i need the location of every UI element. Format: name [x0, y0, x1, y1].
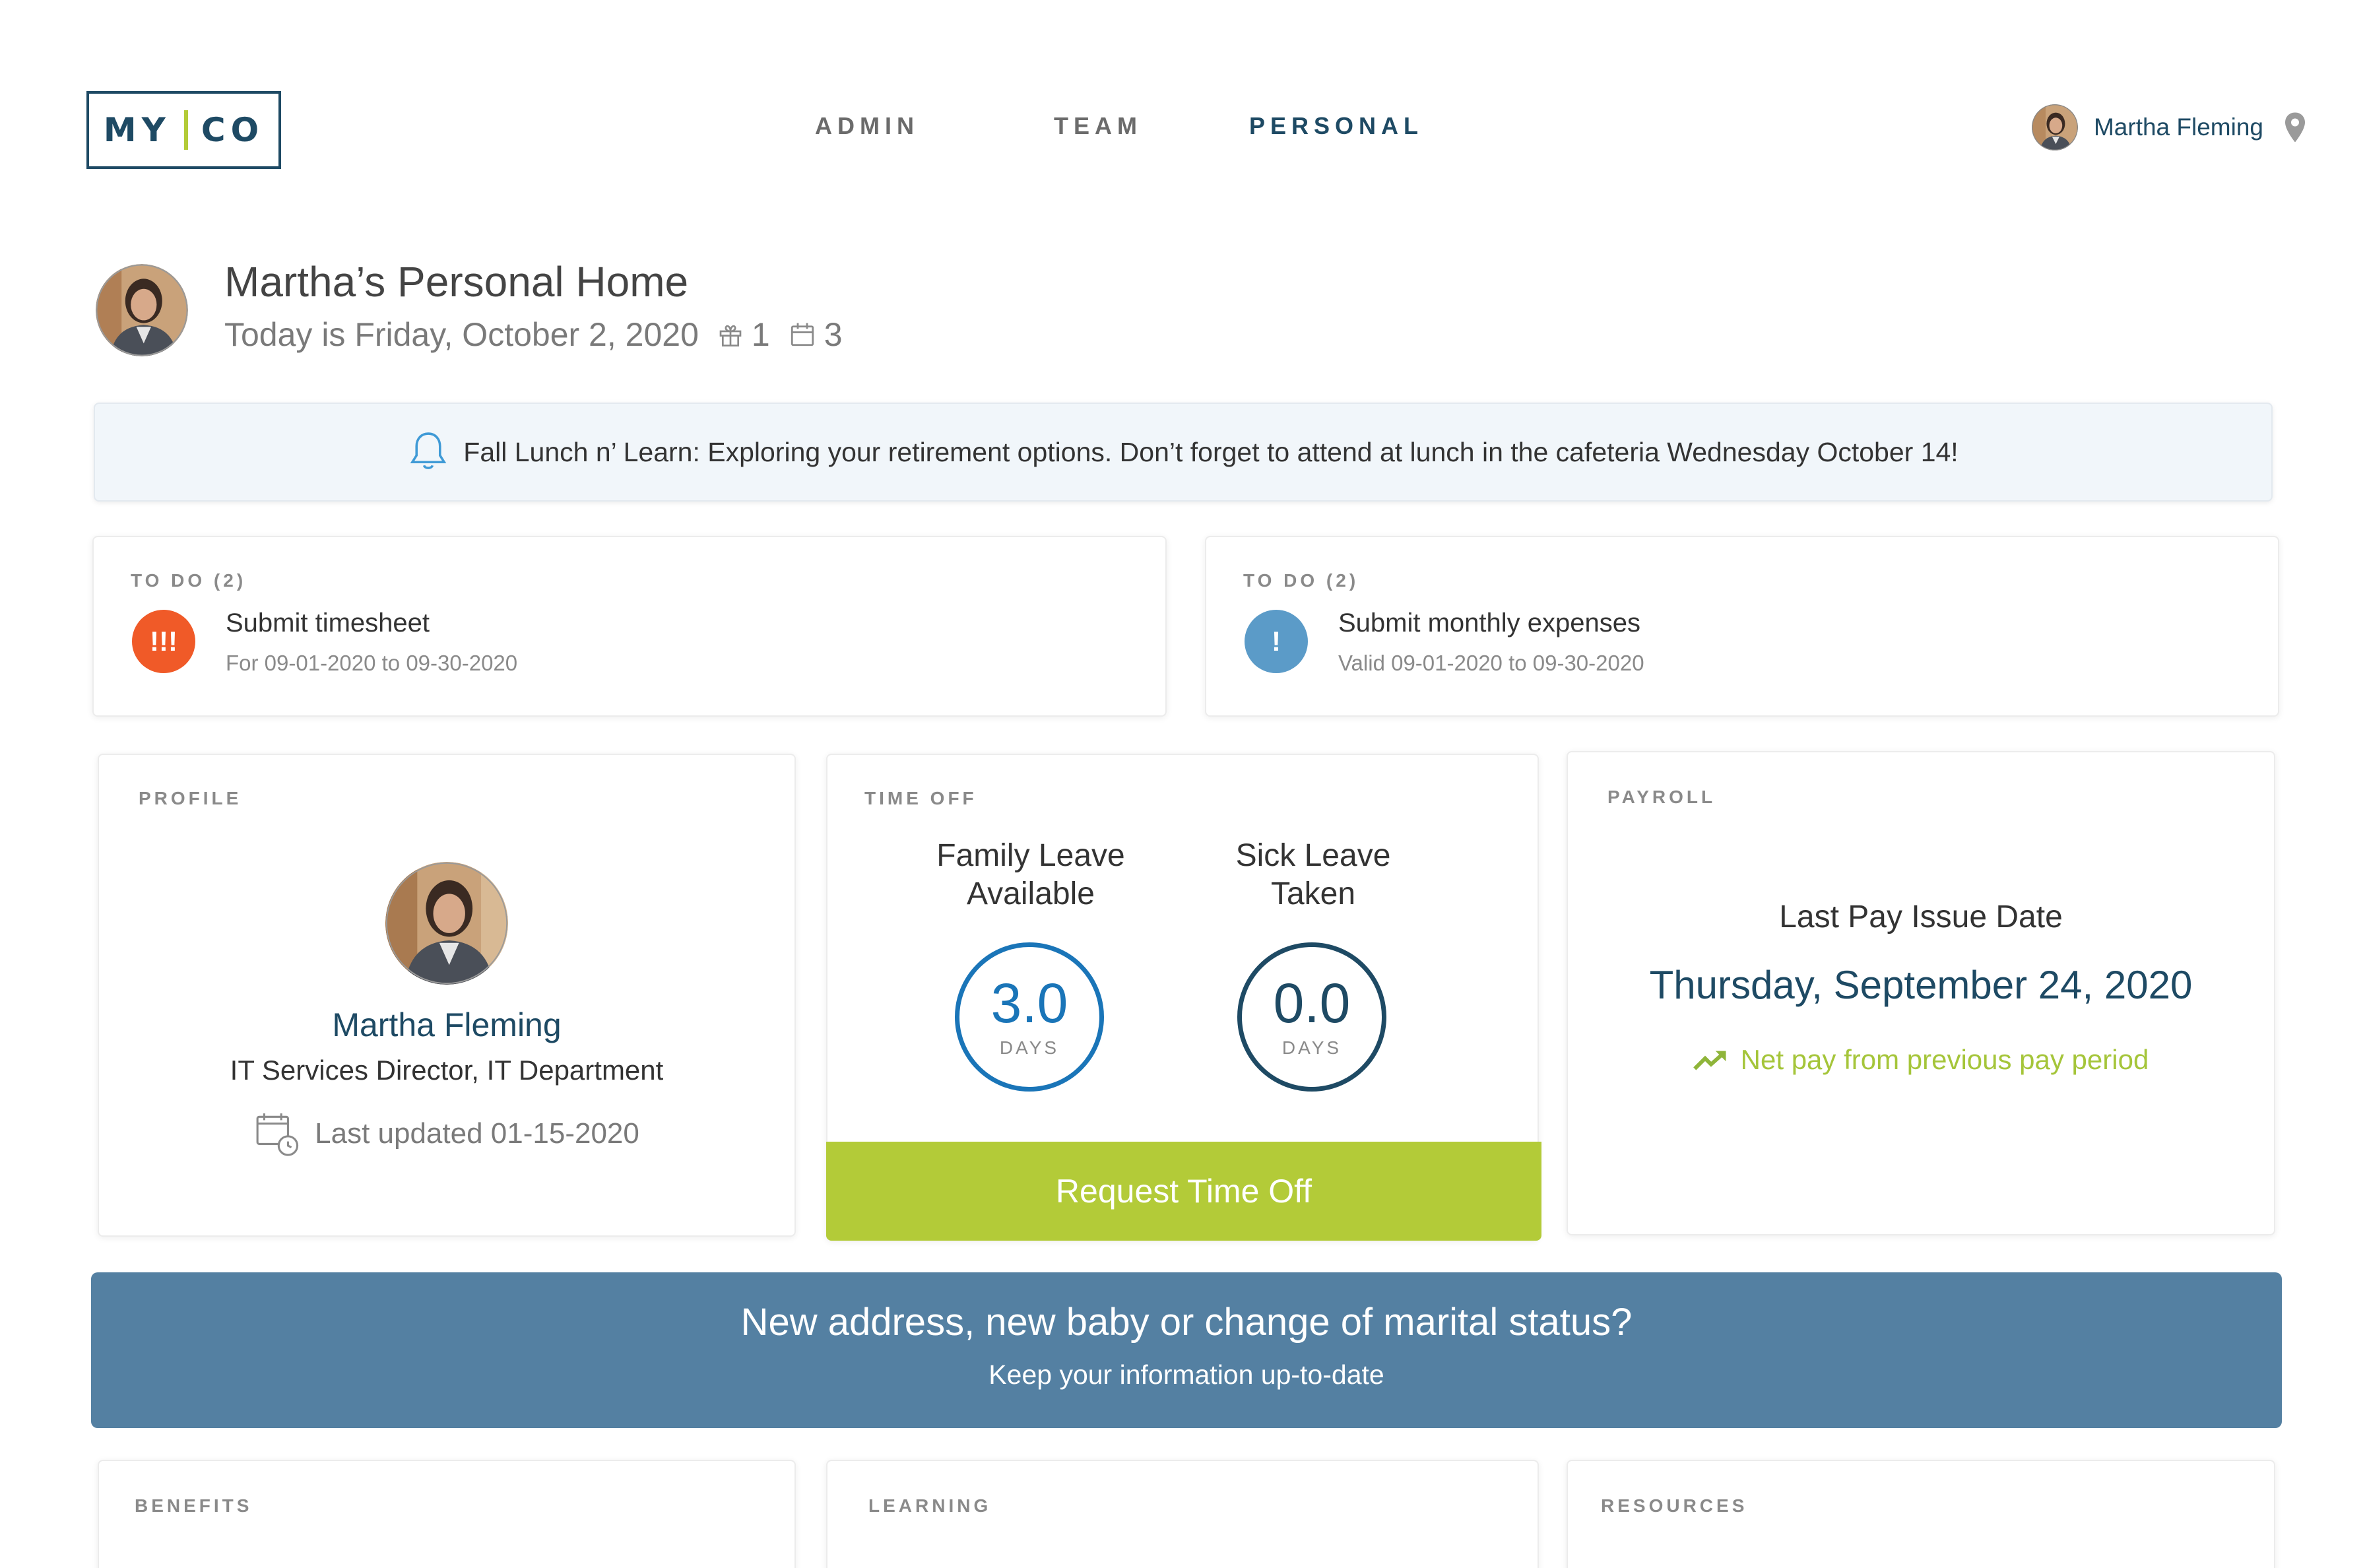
request-time-off-button[interactable]: Request Time Off	[826, 1142, 1541, 1241]
resources-label: RESOURCES	[1601, 1495, 1748, 1516]
page-subtitle: Today is Friday, October 2, 2020 1 3	[224, 315, 843, 354]
cta-title: New address, new baby or change of marit…	[740, 1301, 1633, 1344]
gift-indicator[interactable]: 1	[717, 315, 770, 354]
today-date: Today is Friday, October 2, 2020	[224, 316, 699, 353]
learning-card[interactable]: LEARNING	[826, 1460, 1539, 1568]
sick-leave-title-line1: Sick Leave	[1235, 838, 1391, 873]
last-pay-issue-date: Thursday, September 24, 2020	[1649, 963, 2193, 1007]
family-leave-value: 3.0	[990, 972, 1068, 1034]
calendar-indicator[interactable]: 3	[789, 315, 843, 354]
nav-team[interactable]: TEAM	[1054, 112, 1142, 140]
user-name: Martha Fleming	[2093, 113, 2263, 141]
calendar-clock-icon	[256, 1113, 299, 1156]
page-title: Martha’s Personal Home	[224, 258, 689, 306]
profile-label: PROFILE	[139, 788, 242, 808]
sick-leave-title-line2: Taken	[1270, 876, 1356, 911]
todo-subtitle: Valid 09-01-2020 to 09-30-2020	[1338, 651, 1644, 675]
sick-leave-value: 0.0	[1273, 972, 1351, 1034]
todo-subtitle: For 09-01-2020 to 09-30-2020	[226, 651, 518, 675]
user-menu[interactable]: Martha Fleming	[2031, 102, 2307, 152]
net-pay-link[interactable]: Net pay from previous pay period	[1568, 1044, 2274, 1076]
update-info-banner[interactable]: New address, new baby or change of marit…	[91, 1272, 2282, 1428]
family-leave-title-line2: Available	[967, 876, 1095, 911]
cta-subtitle: Keep your information up-to-date	[988, 1359, 1384, 1390]
learning-label: LEARNING	[868, 1495, 992, 1516]
profile-name: Martha Fleming	[332, 1006, 562, 1043]
gift-icon	[719, 325, 742, 346]
todo-label: TO DO (2)	[131, 570, 247, 591]
nav-admin[interactable]: ADMIN	[815, 112, 919, 140]
benefits-label: BENEFITS	[135, 1495, 253, 1516]
time-off-label: TIME OFF	[864, 788, 977, 808]
profile-updated: Last updated 01-15-2020	[99, 1110, 794, 1158]
hero-avatar	[96, 264, 188, 356]
last-pay-issue-label: Last Pay Issue Date	[1779, 899, 2063, 934]
user-avatar	[2031, 104, 2078, 150]
announcement-banner[interactable]: Fall Lunch n’ Learn: Exploring your reti…	[94, 403, 2273, 502]
calendar-count: 3	[824, 316, 843, 353]
family-leave-title: Family Leave Available	[899, 837, 1163, 913]
net-pay-text: Net pay from previous pay period	[1740, 1044, 2149, 1075]
payroll-card[interactable]: PAYROLL Last Pay Issue Date Thursday, Se…	[1567, 751, 2275, 1235]
profile-avatar	[385, 862, 508, 985]
sick-leave-gauge: 0.0 DAYS	[1237, 942, 1386, 1092]
family-leave-gauge: 3.0 DAYS	[955, 942, 1104, 1092]
profile-role: IT Services Director, IT Department	[230, 1055, 664, 1086]
main-nav: ADMIN TEAM PERSONAL	[0, 112, 2365, 145]
todo-card-timesheet[interactable]: TO DO (2) !!! Submit timesheet For 09-01…	[92, 536, 1167, 717]
announcement-text: Fall Lunch n’ Learn: Exploring your reti…	[463, 436, 1959, 467]
bell-icon	[410, 432, 447, 469]
nav-personal[interactable]: PERSONAL	[1249, 112, 1423, 140]
location-pin-icon[interactable]	[2283, 112, 2307, 143]
resources-card[interactable]: RESOURCES	[1567, 1460, 2275, 1568]
todo-title: Submit monthly expenses	[1338, 608, 1641, 637]
family-leave-title-line1: Family Leave	[936, 838, 1125, 873]
calendar-icon	[791, 323, 814, 346]
profile-card[interactable]: PROFILE Martha Fleming IT Services Direc…	[98, 754, 796, 1237]
urgent-alert-icon: !!!	[132, 610, 195, 673]
sick-leave-title: Sick Leave Taken	[1181, 837, 1445, 913]
todo-card-expenses[interactable]: TO DO (2) ! Submit monthly expenses Vali…	[1205, 536, 2279, 717]
time-off-card: TIME OFF Family Leave Available 3.0 DAYS…	[826, 754, 1541, 1241]
sick-leave-unit: DAYS	[1281, 1037, 1342, 1058]
alert-icon: !	[1245, 610, 1308, 673]
todo-label: TO DO (2)	[1243, 570, 1359, 591]
profile-updated-text: Last updated 01-15-2020	[315, 1117, 639, 1150]
family-leave-unit: DAYS	[999, 1037, 1060, 1058]
trending-up-icon	[1693, 1051, 1726, 1070]
benefits-card[interactable]: BENEFITS	[98, 1460, 796, 1568]
payroll-label: PAYROLL	[1607, 787, 1716, 807]
gift-count: 1	[751, 316, 770, 353]
todo-title: Submit timesheet	[226, 608, 430, 637]
